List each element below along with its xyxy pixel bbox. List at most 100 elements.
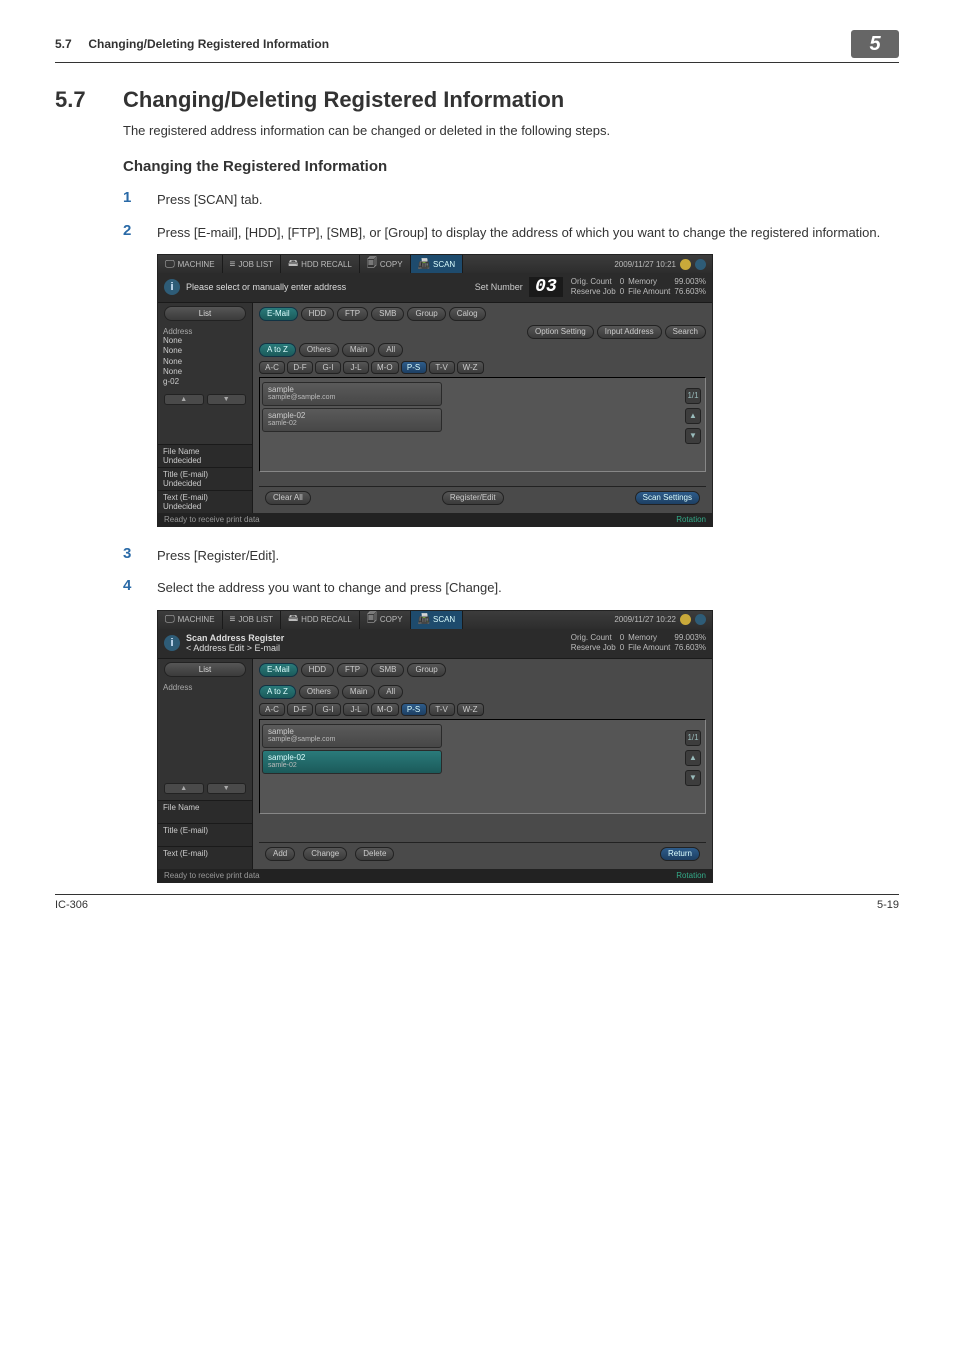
address-list: sample sample@sample.com sample-02 samle…	[259, 377, 706, 472]
nav-up[interactable]: ▲	[164, 394, 204, 405]
screen-infobar: i Please select or manually enter addres…	[158, 273, 712, 303]
copy-icon: 🗐	[367, 611, 377, 628]
tab-joblist[interactable]: ≡JOB LIST	[223, 255, 282, 273]
alpha-mo[interactable]: M-O	[371, 703, 399, 716]
cat-calog[interactable]: Calog	[449, 307, 486, 321]
sort-all[interactable]: All	[378, 685, 403, 699]
nav-down[interactable]: ▼	[207, 394, 247, 405]
change-button[interactable]: Change	[303, 847, 347, 861]
alpha-df[interactable]: D-F	[287, 703, 313, 716]
file-name-section: File Name	[158, 800, 252, 823]
tab-scan[interactable]: 📠SCAN	[411, 255, 464, 273]
text-section: Text (E-mail)	[158, 846, 252, 869]
sort-others[interactable]: Others	[299, 343, 339, 357]
hdd-icon: 🖴	[288, 256, 298, 273]
alpha-ac[interactable]: A-C	[259, 361, 285, 374]
return-button[interactable]: Return	[660, 847, 700, 861]
tab-hddrecall[interactable]: 🖴HDD RECALL	[281, 255, 360, 273]
sort-main[interactable]: Main	[342, 343, 375, 357]
add-button[interactable]: Add	[265, 847, 295, 861]
alpha-wz[interactable]: W-Z	[457, 703, 484, 716]
list-item[interactable]: sample sample@sample.com	[262, 724, 442, 748]
tab-machine[interactable]: 🖵MACHINE	[158, 255, 223, 273]
cat-group[interactable]: Group	[407, 307, 445, 321]
list-icon: ≡	[230, 614, 236, 625]
step-text: Press [E-mail], [HDD], [FTP], [SMB], or …	[157, 222, 899, 243]
cat-group[interactable]: Group	[407, 663, 445, 677]
list-item-selected[interactable]: sample-02 samle-02	[262, 750, 442, 774]
copy-icon: 🗐	[367, 256, 377, 273]
list-icon: ≡	[230, 259, 236, 270]
option-setting-button[interactable]: Option Setting	[527, 325, 594, 339]
cat-hdd[interactable]: HDD	[301, 307, 334, 321]
alpha-filter: A-C D-F G-I J-L M-O P-S T-V W-Z	[259, 703, 706, 716]
tab-copy[interactable]: 🗐COPY	[360, 611, 411, 629]
list-button[interactable]: List	[164, 306, 246, 321]
scroll-up[interactable]: ▲	[685, 408, 701, 424]
cat-hdd[interactable]: HDD	[301, 663, 334, 677]
register-edit-button[interactable]: Register/Edit	[442, 491, 504, 505]
tab-hddrecall[interactable]: 🖴HDD RECALL	[281, 611, 360, 629]
screen-sidebar: List Address ▲ ▼ File Name Title (E-mail…	[158, 659, 253, 869]
alpha-tv[interactable]: T-V	[429, 361, 455, 374]
nav-up[interactable]: ▲	[164, 783, 204, 794]
alpha-ps[interactable]: P-S	[401, 703, 427, 716]
step-num: 3	[123, 545, 137, 562]
cat-smb[interactable]: SMB	[371, 663, 404, 677]
page-counter: 1/1	[685, 730, 701, 746]
sort-others[interactable]: Others	[299, 685, 339, 699]
list-item[interactable]: sample-02 samle-02	[262, 408, 442, 432]
step-text: Press [SCAN] tab.	[157, 189, 899, 210]
alpha-ps[interactable]: P-S	[401, 361, 427, 374]
alpha-gi[interactable]: G-I	[315, 703, 341, 716]
clear-all-button[interactable]: Clear All	[265, 491, 311, 505]
alpha-df[interactable]: D-F	[287, 361, 313, 374]
screen-main: E-Mail HDD FTP SMB Group A to Z Others M…	[253, 659, 712, 869]
intro-text: The registered address information can b…	[123, 123, 899, 138]
alpha-wz[interactable]: W-Z	[457, 361, 484, 374]
screen-tabrow: 🖵MACHINE ≡JOB LIST 🖴HDD RECALL 🗐COPY 📠SC…	[158, 611, 712, 629]
right-options: Option Setting Input Address Search	[259, 325, 706, 339]
alpha-jl[interactable]: J-L	[343, 703, 369, 716]
screen-message: Scan Address Register < Address Edit > E…	[186, 633, 571, 653]
step-3: 3 Press [Register/Edit].	[123, 545, 899, 566]
tab-machine[interactable]: 🖵MACHINE	[158, 611, 223, 629]
nav-down[interactable]: ▼	[207, 783, 247, 794]
cat-ftp[interactable]: FTP	[337, 307, 368, 321]
cat-ftp[interactable]: FTP	[337, 663, 368, 677]
status-message: Ready to receive print data	[164, 515, 260, 524]
sort-main[interactable]: Main	[342, 685, 375, 699]
search-button[interactable]: Search	[665, 325, 706, 339]
sort-atoz[interactable]: A to Z	[259, 685, 296, 699]
tab-joblist[interactable]: ≡JOB LIST	[223, 611, 282, 629]
tab-copy[interactable]: 🗐COPY	[360, 255, 411, 273]
screen-body: List Address None None None None g-02 ▲ …	[158, 303, 712, 513]
list-item[interactable]: sample sample@sample.com	[262, 382, 442, 406]
tab-scan[interactable]: 📠SCAN	[411, 611, 464, 629]
sort-atoz[interactable]: A to Z	[259, 343, 296, 357]
alpha-gi[interactable]: G-I	[315, 361, 341, 374]
screen-datetime: 2009/11/27 10:22	[608, 611, 712, 629]
screen-message: Please select or manually enter address	[186, 282, 475, 292]
scroll-down[interactable]: ▼	[685, 428, 701, 444]
alpha-mo[interactable]: M-O	[371, 361, 399, 374]
sort-all[interactable]: All	[378, 343, 403, 357]
delete-button[interactable]: Delete	[355, 847, 394, 861]
alpha-ac[interactable]: A-C	[259, 703, 285, 716]
step-2: 2 Press [E-mail], [HDD], [FTP], [SMB], o…	[123, 222, 899, 243]
cat-email[interactable]: E-Mail	[259, 663, 298, 677]
list-button[interactable]: List	[164, 662, 246, 677]
scroll-up[interactable]: ▲	[685, 750, 701, 766]
input-address-button[interactable]: Input Address	[597, 325, 662, 339]
alpha-tv[interactable]: T-V	[429, 703, 455, 716]
cat-smb[interactable]: SMB	[371, 307, 404, 321]
chapter-marker: 5	[851, 30, 899, 58]
scan-settings-button[interactable]: Scan Settings	[635, 491, 700, 505]
screen-statusbar: Ready to receive print data Rotation	[158, 513, 712, 526]
scroll-down[interactable]: ▼	[685, 770, 701, 786]
info-icon: i	[164, 635, 180, 651]
screen-tabrow: 🖵MACHINE ≡JOB LIST 🖴HDD RECALL 🗐COPY 📠SC…	[158, 255, 712, 273]
status-circle-1	[680, 614, 691, 625]
alpha-jl[interactable]: J-L	[343, 361, 369, 374]
cat-email[interactable]: E-Mail	[259, 307, 298, 321]
